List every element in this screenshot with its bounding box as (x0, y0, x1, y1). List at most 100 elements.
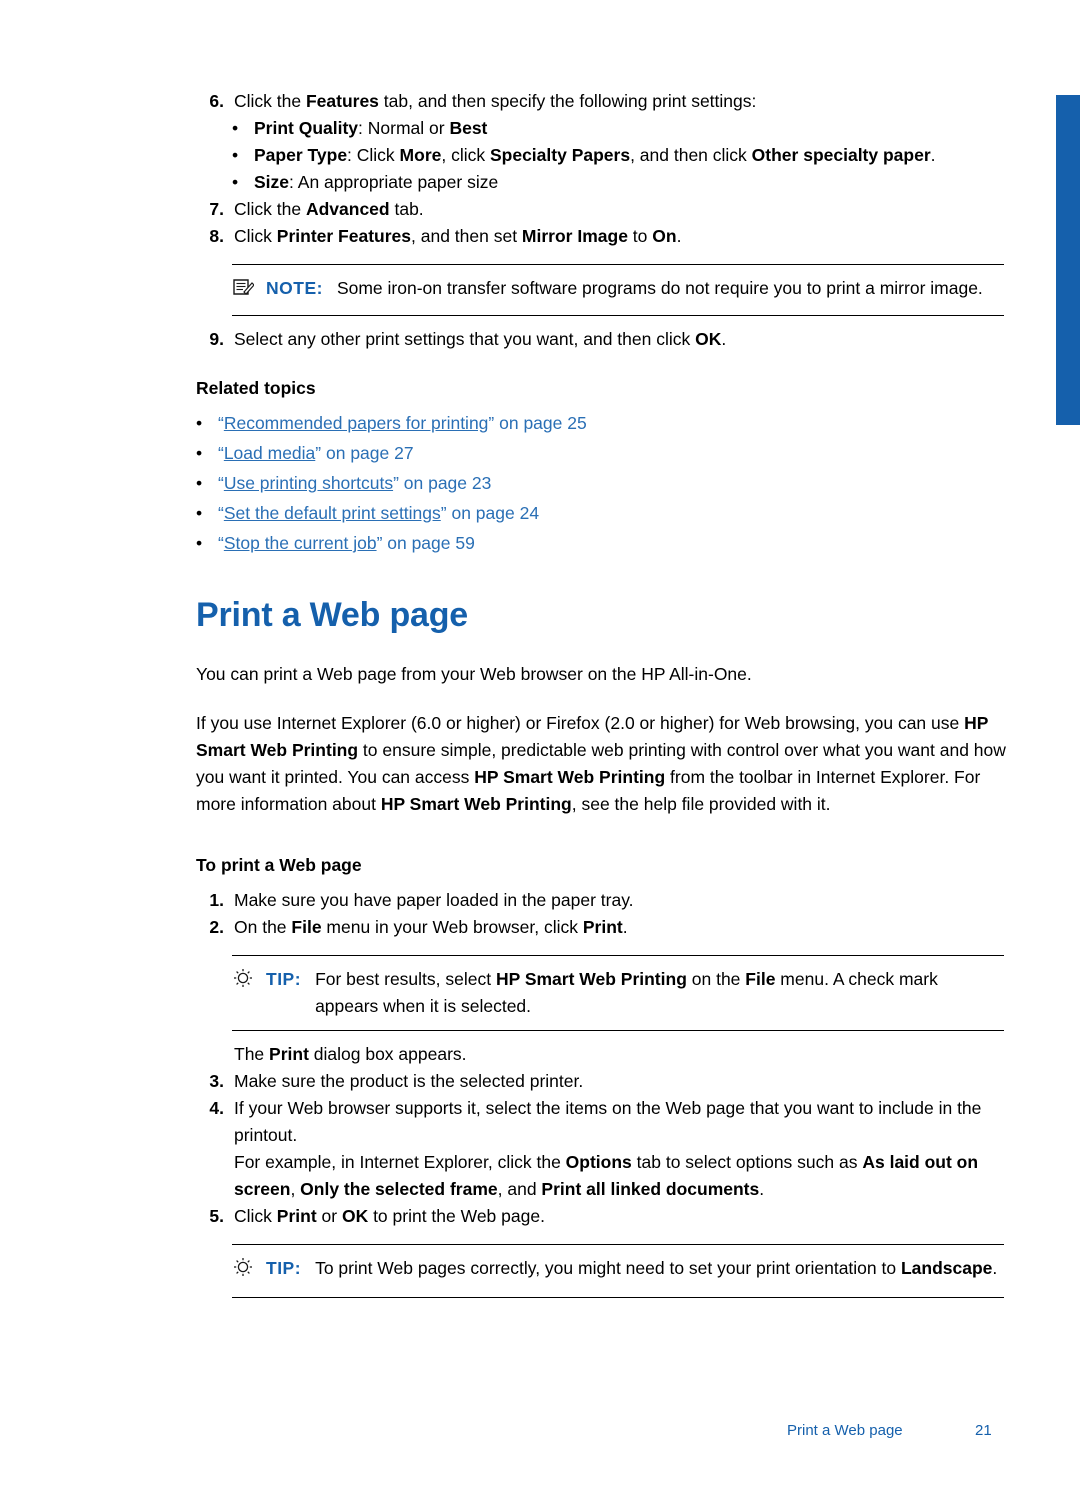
tip-label: TIP: (266, 1258, 302, 1278)
step-number: 2. (209, 917, 224, 937)
bullet-marker: • (196, 443, 203, 463)
body-text: . (930, 145, 936, 165)
body-text: . (992, 1258, 998, 1278)
quote-close: ” on page (440, 503, 520, 523)
step6-bullet-list: • Print Quality: Normal or Best • Paper Typ… (196, 115, 1006, 196)
body-text: , and then set (411, 226, 522, 246)
body-text: to (627, 226, 653, 246)
step-text: For example, in Internet Explorer, click… (234, 1149, 1006, 1203)
emphasis-text: Print (582, 917, 623, 937)
cross-reference-page: 24 (519, 503, 540, 523)
step-number: 6. (209, 91, 224, 111)
bullet-text: Size: An appropriate paper size (254, 169, 1006, 196)
body-text: Click the (234, 91, 306, 111)
side-tab-print: Print (1056, 95, 1080, 425)
list-item: • Size: An appropriate paper size (232, 169, 1006, 196)
note-icon (232, 275, 266, 305)
list-item: • “Recommended papers for printing” on pa… (196, 408, 1006, 438)
list-item: • Paper Type: Click More, click Specialty… (232, 142, 1006, 169)
web-steps-3-5: 3. Make sure the product is the selected … (196, 1068, 1006, 1230)
step-text: Make sure you have paper loaded in the p… (234, 887, 1006, 914)
body-text: : An appropriate paper size (289, 172, 499, 192)
step-number: 4. (209, 1098, 224, 1118)
cross-reference: “Use printing shortcuts” on page 23 (218, 468, 491, 498)
body-text: tab, and then specify the following prin… (378, 91, 757, 111)
list-item: 1. Make sure you have paper loaded in the… (196, 887, 1006, 914)
tip-callout-1: TIP: For best results, select HP Smart W… (232, 955, 1004, 1031)
step-text: If your Web browser supports it, select … (234, 1095, 1006, 1149)
bullet-marker: • (232, 145, 239, 165)
bullet-marker: • (232, 118, 239, 138)
body-text: : Click (347, 145, 400, 165)
list-item: 8. Click Printer Features, and then set M… (196, 223, 1006, 250)
to-print-web-page-subhead: To print a Web page (196, 855, 362, 875)
body-text: Click (234, 226, 277, 246)
note-label: NOTE: (266, 278, 323, 298)
step-text: Select any other print settings that you… (234, 326, 1006, 353)
quote-close: ” on page (488, 413, 568, 433)
body-text: On the (234, 917, 292, 937)
emphasis-text: Paper Type (254, 145, 348, 165)
list-item: 3. Make sure the product is the selected … (196, 1068, 1006, 1095)
body-text: To print Web pages correctly, you might … (315, 1258, 901, 1278)
emphasis-text: Options (565, 1152, 632, 1172)
cross-reference-link[interactable]: Use printing shortcuts (224, 473, 393, 493)
bullet-marker: • (196, 413, 203, 433)
emphasis-text: Specialty Papers (489, 145, 631, 165)
bullet-text: Paper Type: Click More, click Specialty … (254, 142, 1006, 169)
body-text: , and then click (630, 145, 752, 165)
body-text: . (622, 917, 628, 937)
cross-reference-link[interactable]: Load media (224, 443, 315, 463)
quote-close: ” on page (393, 473, 472, 493)
body-text: For example, in Internet Explorer, click… (234, 1152, 566, 1172)
cross-reference-link[interactable]: Set the default print settings (224, 503, 441, 523)
list-item: • “Stop the current job” on page 59 (196, 528, 1006, 558)
quote-close: ” on page (376, 533, 456, 553)
body-text: . (676, 226, 682, 246)
web-steps-1-2: 1. Make sure you have paper loaded in the… (196, 887, 1006, 941)
body-text: : Normal or (358, 118, 450, 138)
step-text: Make sure the product is the selected pr… (234, 1068, 1006, 1095)
emphasis-text: Print all linked documents (541, 1179, 760, 1199)
emphasis-text: Features (305, 91, 379, 111)
emphasis-text: Advanced (305, 199, 390, 219)
cross-reference-link[interactable]: Recommended papers for printing (224, 413, 489, 433)
step-text: Click the Advanced tab. (234, 196, 1006, 223)
list-item: 5. Click Print or OK to print the Web pag… (196, 1203, 1006, 1230)
tip-text: For best results, select HP Smart Web Pr… (315, 966, 1004, 1020)
emphasis-text: HP Smart Web Printing (474, 767, 666, 787)
body-text: . (759, 1179, 765, 1199)
emphasis-text: HP Smart Web Printing (380, 794, 572, 814)
body-text: dialog box appears. (308, 1044, 467, 1064)
cross-reference-link[interactable]: Stop the current job (224, 533, 377, 553)
body-text: , (290, 1179, 301, 1199)
body-text: or (316, 1206, 342, 1226)
cross-reference-page: 25 (567, 413, 587, 433)
note-text: Some iron-on transfer software programs … (336, 278, 983, 298)
body-text: tab to select options such as (631, 1152, 863, 1172)
step-number (196, 1149, 234, 1203)
emphasis-text: OK (695, 329, 722, 349)
list-item: 2. On the File menu in your Web browser, … (196, 914, 1006, 941)
emphasis-text: Best (449, 118, 488, 138)
document-page: Print 6. Click the Features tab, and the… (0, 0, 1080, 1495)
step-text: Click the Features tab, and then specify… (234, 88, 1006, 115)
emphasis-text: Size (254, 172, 290, 192)
dialog-appears-line: The Print dialog box appears. (196, 1041, 1006, 1068)
bullet-marker: • (196, 533, 203, 553)
steps-7-8: 7. Click the Advanced tab. 8. Click Printer… (196, 196, 1006, 250)
page-title: Print a Web page (196, 596, 469, 634)
step-number: 8. (209, 226, 224, 246)
cross-reference-page: 23 (471, 473, 492, 493)
step-text: On the File menu in your Web browser, cl… (234, 914, 1006, 941)
body-text: If your Web browser supports it, select … (234, 1098, 982, 1145)
footer-page-number: 21 (975, 1422, 992, 1439)
emphasis-text: File (291, 917, 322, 937)
step-text: Click Print or OK to print the Web page. (234, 1203, 1006, 1230)
quote-close: ” on page (315, 443, 395, 463)
cross-reference: “Recommended papers for printing” on pag… (218, 408, 587, 438)
bullet-text: Print Quality: Normal or Best (254, 115, 1006, 142)
cross-reference: “Load media” on page 27 (218, 438, 414, 468)
body-text: , see the help file provided with it. (571, 794, 831, 814)
smart-web-printing-paragraph: If you use Internet Explorer (6.0 or hig… (196, 710, 1006, 818)
